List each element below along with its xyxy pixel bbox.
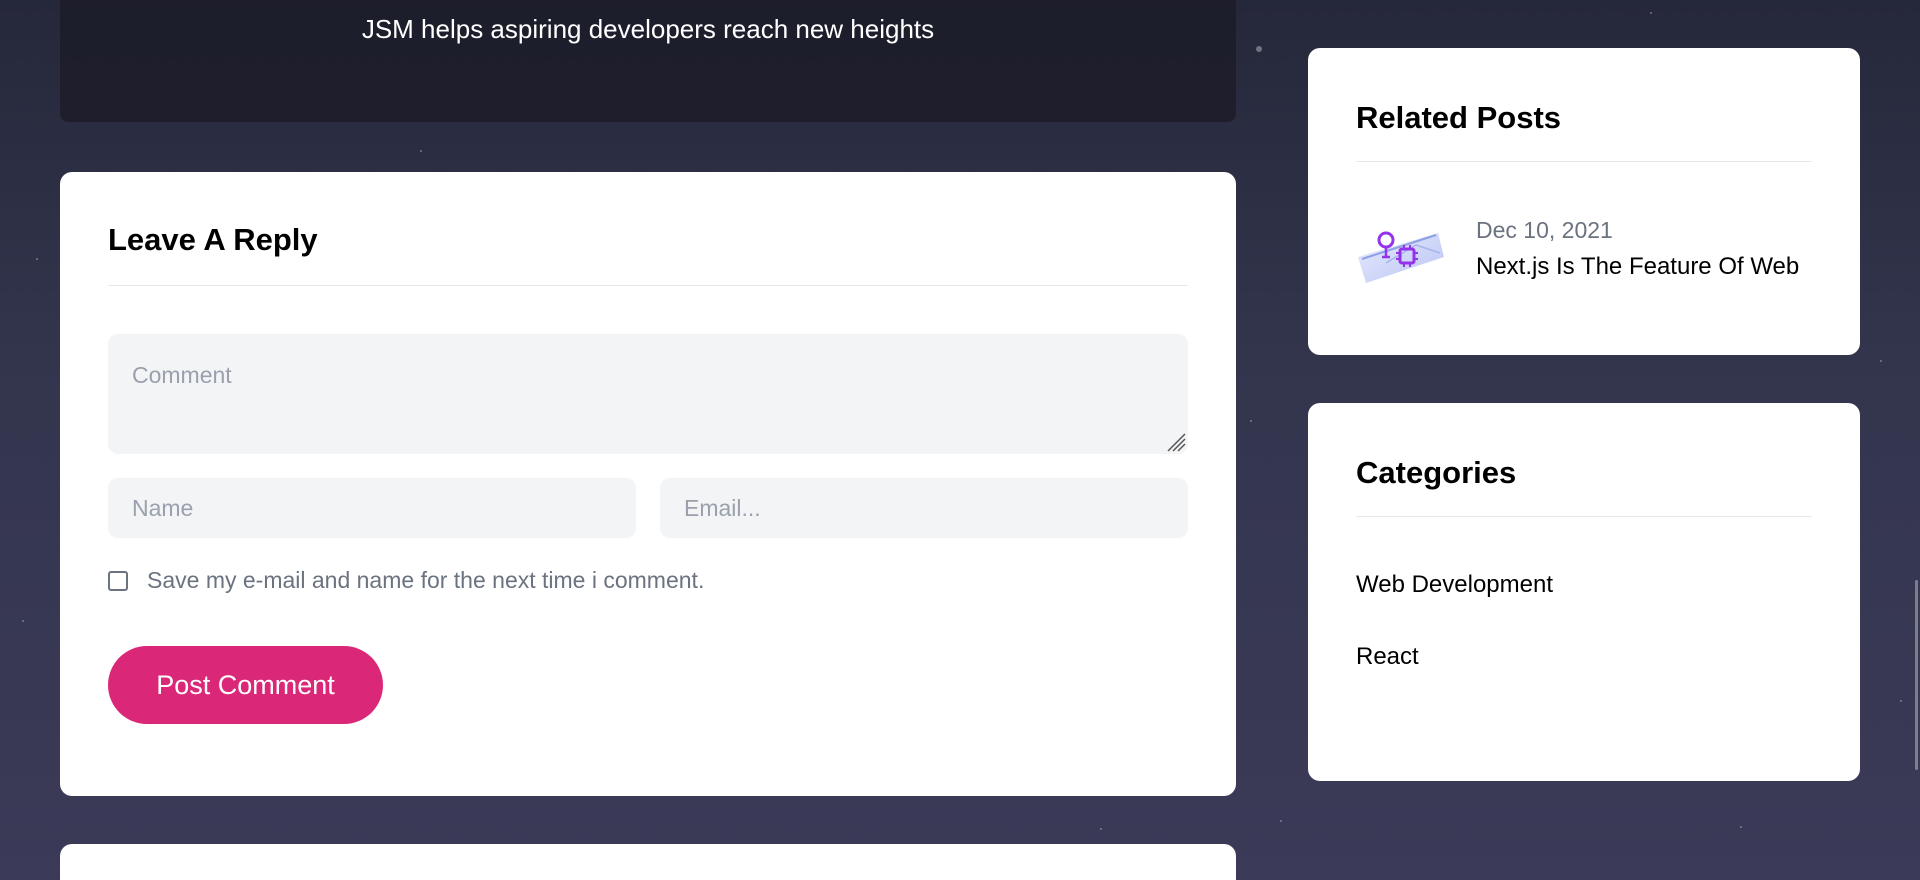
related-post-date: Dec 10, 2021	[1476, 217, 1613, 243]
categories-divider	[1356, 516, 1812, 517]
comment-form-title: Leave A Reply	[108, 222, 318, 257]
category-link-react[interactable]: React	[1356, 643, 1419, 671]
name-field-wrapper	[108, 478, 636, 538]
comment-form-card: Leave A Reply Save my e-mail and name fo…	[60, 172, 1236, 796]
save-info-checkbox[interactable]	[108, 570, 128, 591]
categories-card: Categories Web Development React	[1308, 403, 1860, 781]
related-post-thumbnail[interactable]	[1356, 213, 1446, 285]
author-bio: JSM helps aspiring developers reach new …	[361, 14, 935, 44]
comment-textarea-wrapper	[108, 334, 1188, 454]
comment-textarea[interactable]	[108, 334, 1188, 454]
categories-title: Categories	[1356, 455, 1517, 490]
save-info-row: Save my e-mail and name for the next tim…	[108, 567, 704, 594]
name-input[interactable]	[108, 478, 636, 538]
resize-handle-icon[interactable]	[1164, 430, 1186, 452]
page-scrollbar[interactable]	[1915, 580, 1918, 770]
email-field-wrapper	[660, 478, 1188, 538]
related-posts-title: Related Posts	[1356, 100, 1562, 135]
email-input[interactable]	[660, 478, 1188, 538]
author-card: JSM helps aspiring developers reach new …	[60, 0, 1236, 122]
post-comment-button[interactable]: Post Comment	[108, 646, 383, 724]
title-divider	[108, 285, 1188, 286]
category-link-web-development[interactable]: Web Development	[1356, 571, 1553, 599]
related-post-title-link[interactable]: Next.js Is The Feature Of Web	[1476, 253, 1799, 281]
related-posts-divider	[1356, 161, 1812, 162]
comments-card	[60, 844, 1236, 880]
related-posts-card: Related Posts Dec 10, 2021 Next.js Is Th…	[1308, 48, 1860, 355]
save-info-label: Save my e-mail and name for the next tim…	[147, 567, 705, 593]
